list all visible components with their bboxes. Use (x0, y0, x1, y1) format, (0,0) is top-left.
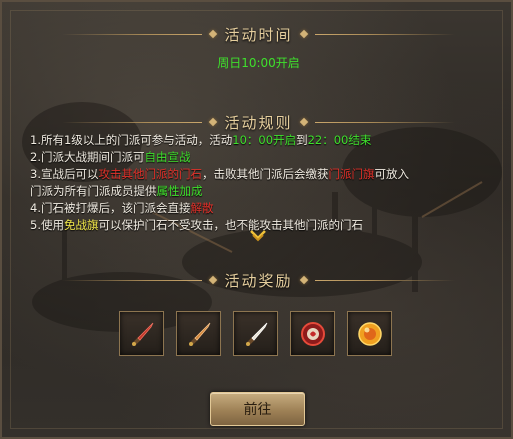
rule-highlight-green: 10：00开启 (232, 133, 297, 147)
header-line-right (314, 279, 455, 281)
rule-line: 4.门石被打爆后，该门派会直接解散 (30, 200, 495, 217)
rule-highlight-green: 自由宣战 (144, 150, 191, 164)
rule-text: 2.门派大战期间门派可 (30, 150, 145, 164)
header-line-left (62, 279, 203, 281)
rule-highlight-green: 22：00结束 (307, 133, 372, 147)
header-line-right (314, 121, 455, 123)
white-sword-icon (245, 322, 267, 346)
diamond-ornament-icon (299, 275, 308, 285)
rules-text-list: 1.所有1级以上的门派可参与活动，活动10：00开启到22：00结束 2.门派大… (30, 132, 495, 234)
rule-highlight-yellow: 免战旗 (63, 218, 99, 232)
time-section-title: 活动时间 (224, 25, 293, 44)
rules-section-title: 活动规则 (224, 113, 293, 132)
rewards-section-title: 活动奖励 (224, 271, 293, 290)
diamond-ornament-icon (299, 29, 308, 39)
rule-text: 可放入 (374, 167, 409, 181)
rule-text: 门派为所有门派成员提供 (30, 184, 157, 198)
scroll-down-chevron-icon[interactable] (250, 230, 266, 242)
red-emblem-icon (300, 321, 325, 346)
header-line-left (62, 121, 203, 123)
reward-slot[interactable] (290, 311, 335, 356)
rule-line: 3.宣战后可以攻击其他门派的门石，击败其他门派后会缴获门派门旗可放入 (30, 166, 495, 183)
reward-items (119, 311, 399, 357)
header-line-right (314, 33, 455, 35)
reward-slot[interactable] (119, 311, 164, 356)
reward-slot[interactable] (176, 311, 221, 356)
diamond-ornament-icon (299, 117, 308, 127)
rule-line: 2.门派大战期间门派可自由宣战 (30, 149, 495, 166)
rule-highlight-green: 属性加成 (156, 184, 203, 198)
diamond-ornament-icon (209, 275, 218, 285)
time-section-header: 活动时间 (2, 22, 511, 46)
rule-text: 3.宣战后可以 (30, 167, 99, 181)
rule-line: 门派为所有门派成员提供属性加成 (30, 183, 495, 200)
rule-highlight-red: 门派门旗 (328, 167, 375, 181)
rules-section-header: 活动规则 (2, 110, 511, 134)
rule-text: 5.使用 (30, 218, 64, 232)
rule-text: 1.所有1级以上的门派可参与活动，活动 (30, 133, 233, 147)
rule-text: 4.门石被打爆后，该门派会直接 (30, 201, 191, 215)
rule-text: ，击败其他门派后会缴获 (201, 167, 329, 181)
red-sword-icon (131, 322, 153, 346)
rule-highlight-red: 攻击其他门派的门石 (98, 167, 202, 181)
rule-text: 到 (296, 133, 308, 147)
rewards-section-header: 活动奖励 (2, 268, 511, 292)
rule-highlight-red: 解散 (190, 201, 214, 215)
rule-text: 可以保护门石不受攻击，也不能攻击其他门派的门石 (98, 218, 363, 232)
go-button[interactable]: 前往 (210, 392, 305, 426)
reward-slot[interactable] (347, 311, 392, 356)
orange-sword-icon (188, 322, 210, 346)
diamond-ornament-icon (209, 117, 218, 127)
diamond-ornament-icon (209, 29, 218, 39)
header-line-left (62, 33, 203, 35)
activity-panel: 活动时间 周日10:00开启 活动规则 1.所有1级以上的门派可参与活动，活动1… (0, 0, 513, 439)
rule-line: 1.所有1级以上的门派可参与活动，活动10：00开启到22：00结束 (30, 132, 495, 149)
activity-time-text: 周日10:00开启 (217, 56, 300, 70)
reward-slot[interactable] (233, 311, 278, 356)
golden-orb-icon (357, 321, 382, 346)
